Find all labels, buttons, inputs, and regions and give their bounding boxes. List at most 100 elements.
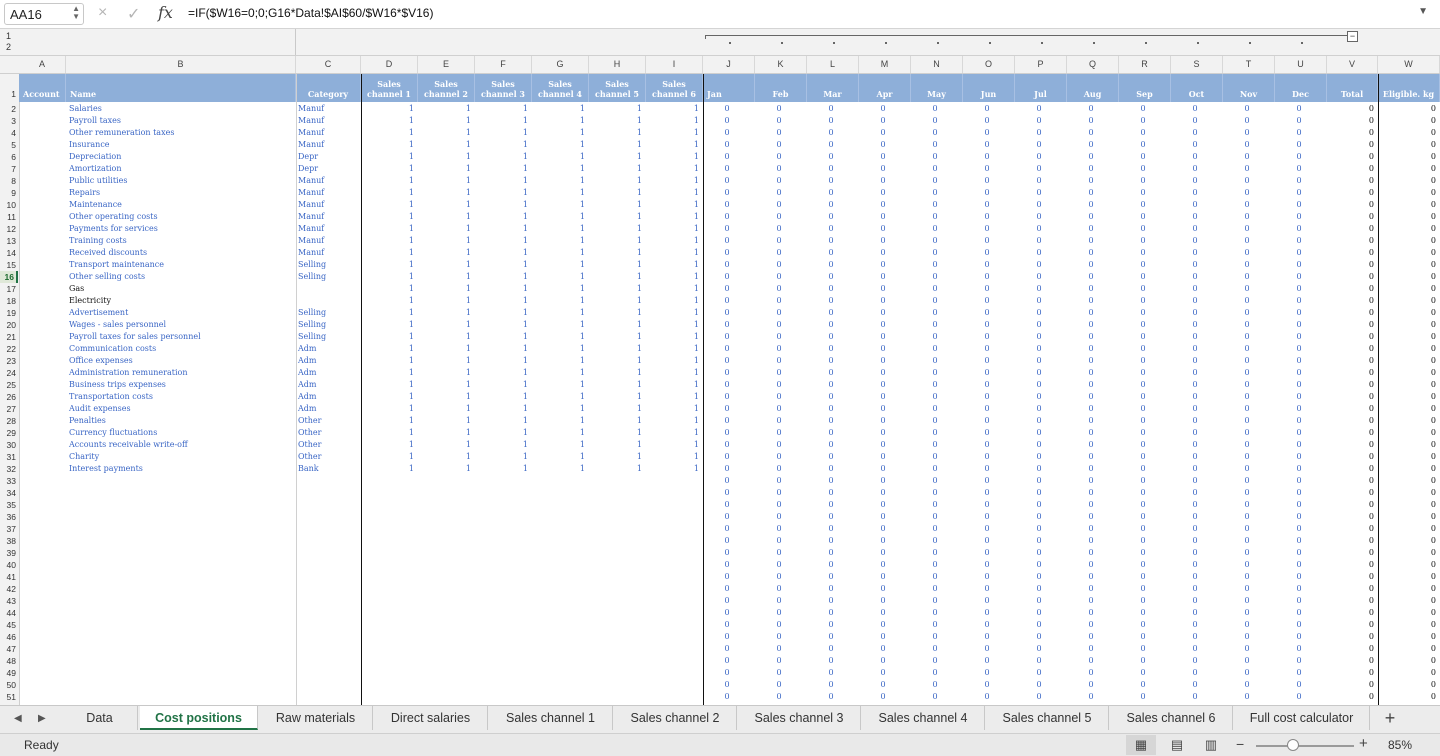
row-header[interactable]: 49 [0,667,18,679]
month-value[interactable]: 0 [1275,523,1323,535]
month-value[interactable]: 0 [1119,559,1167,571]
cost-category[interactable]: Manuf [296,139,359,151]
month-value[interactable]: 0 [1067,163,1115,175]
sheet-tab-sales-channel-3[interactable]: Sales channel 3 [738,706,861,730]
month-value[interactable]: 0 [1015,523,1063,535]
month-value[interactable]: 0 [1015,451,1063,463]
month-value[interactable]: 0 [703,583,751,595]
month-value[interactable]: 0 [963,295,1011,307]
sheet-tab-sales-channel-1[interactable]: Sales channel 1 [489,706,613,730]
month-value[interactable]: 0 [1275,439,1323,451]
month-value[interactable]: 0 [807,499,855,511]
channel-weight[interactable]: 1 [646,391,699,403]
channel-weight[interactable]: 1 [532,259,585,271]
month-value[interactable]: 0 [703,403,751,415]
channel-weight[interactable]: 1 [589,199,642,211]
eligible-value[interactable]: 0 [1378,199,1436,211]
channel-weight[interactable]: 1 [475,379,528,391]
eligible-value[interactable]: 0 [1378,643,1436,655]
month-value[interactable]: 0 [1015,379,1063,391]
row-header[interactable]: 32 [0,463,18,475]
eligible-value[interactable]: 0 [1378,247,1436,259]
month-value[interactable]: 0 [1119,415,1167,427]
month-value[interactable]: 0 [1067,175,1115,187]
channel-weight[interactable]: 1 [589,355,642,367]
month-value[interactable]: 0 [911,295,959,307]
month-value[interactable]: 0 [1223,643,1271,655]
month-value[interactable]: 0 [1171,415,1219,427]
month-value[interactable]: 0 [703,679,751,691]
channel-weight[interactable]: 1 [418,223,471,235]
channel-weight[interactable]: 1 [646,463,699,475]
month-value[interactable]: 0 [911,475,959,487]
month-value[interactable]: 0 [755,667,803,679]
header-month-sep[interactable]: Sep [1119,74,1171,102]
column-header-j[interactable]: J [703,56,755,73]
month-value[interactable]: 0 [703,607,751,619]
channel-weight[interactable]: 1 [589,439,642,451]
month-value[interactable]: 0 [755,235,803,247]
month-value[interactable]: 0 [963,115,1011,127]
channel-weight[interactable]: 1 [361,151,414,163]
channel-weight[interactable]: 1 [361,439,414,451]
month-value[interactable]: 0 [1015,655,1063,667]
sheet-tab-sales-channel-2[interactable]: Sales channel 2 [614,706,737,730]
month-value[interactable]: 0 [703,199,751,211]
row-header[interactable]: 42 [0,583,18,595]
month-value[interactable]: 0 [1275,535,1323,547]
eligible-value[interactable]: 0 [1378,487,1436,499]
zoom-in-button[interactable]: + [1359,735,1368,752]
sheet-tab-sales-channel-5[interactable]: Sales channel 5 [986,706,1109,730]
header-month-aug[interactable]: Aug [1067,74,1119,102]
month-value[interactable]: 0 [1223,439,1271,451]
month-value[interactable]: 0 [1275,175,1323,187]
channel-weight[interactable]: 1 [646,331,699,343]
month-value[interactable]: 0 [859,451,907,463]
channel-weight[interactable]: 1 [475,115,528,127]
sheet-tab-direct-salaries[interactable]: Direct salaries [374,706,488,730]
month-value[interactable]: 0 [755,103,803,115]
month-value[interactable]: 0 [1171,487,1219,499]
month-value[interactable]: 0 [1119,487,1167,499]
channel-weight[interactable]: 1 [589,127,642,139]
month-value[interactable]: 0 [963,187,1011,199]
month-value[interactable]: 0 [963,487,1011,499]
row-header[interactable]: 2 [0,103,18,115]
channel-weight[interactable]: 1 [589,319,642,331]
month-value[interactable]: 0 [1275,163,1323,175]
month-value[interactable]: 0 [755,619,803,631]
cost-name[interactable]: Salaries [66,103,295,115]
cost-category[interactable]: Manuf [296,115,359,127]
column-header-w[interactable]: W [1378,56,1440,73]
month-value[interactable]: 0 [1015,235,1063,247]
total-value[interactable]: 0 [1327,487,1374,499]
total-value[interactable]: 0 [1327,175,1374,187]
month-value[interactable]: 0 [703,163,751,175]
channel-weight[interactable]: 1 [646,187,699,199]
cost-category[interactable]: Manuf [296,103,359,115]
total-value[interactable]: 0 [1327,403,1374,415]
month-value[interactable]: 0 [1119,163,1167,175]
month-value[interactable]: 0 [1223,247,1271,259]
channel-weight[interactable]: 1 [361,223,414,235]
month-value[interactable]: 0 [1171,595,1219,607]
month-value[interactable]: 0 [1119,571,1167,583]
month-value[interactable]: 0 [911,439,959,451]
cost-name[interactable]: Electricity [66,295,295,307]
channel-weight[interactable]: 1 [532,307,585,319]
month-value[interactable]: 0 [1119,691,1167,703]
channel-weight[interactable]: 1 [646,223,699,235]
month-value[interactable]: 0 [807,295,855,307]
month-value[interactable]: 0 [1223,415,1271,427]
column-header-g[interactable]: G [532,56,589,73]
month-value[interactable]: 0 [1119,607,1167,619]
month-value[interactable]: 0 [1223,607,1271,619]
month-value[interactable]: 0 [1275,595,1323,607]
month-value[interactable]: 0 [807,571,855,583]
channel-weight[interactable]: 1 [532,391,585,403]
month-value[interactable]: 0 [1119,271,1167,283]
month-value[interactable]: 0 [911,355,959,367]
month-value[interactable]: 0 [1067,331,1115,343]
column-header-s[interactable]: S [1171,56,1223,73]
page-break-view-icon[interactable]: ▥ [1196,735,1226,755]
